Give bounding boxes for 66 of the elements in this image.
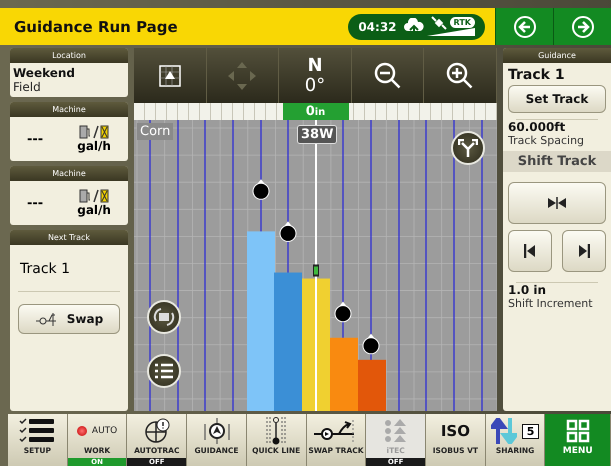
page-title: Guidance Run Page	[14, 18, 179, 36]
track-spacing-value: 60.000ft	[508, 120, 566, 134]
row-marker-icon	[252, 179, 270, 200]
machine-value: ---	[27, 196, 44, 210]
shift-increment-value: 1.0 in	[508, 283, 548, 297]
card-header: Machine	[10, 102, 128, 117]
swap-button[interactable]: Swap	[18, 304, 120, 334]
shift-left-button[interactable]	[508, 230, 552, 272]
location-name: Weekend	[13, 66, 76, 80]
clock-time: 04:32	[358, 20, 397, 34]
steering-alert-icon	[144, 418, 170, 444]
track-label: 38W	[297, 125, 338, 144]
forward-button[interactable]	[553, 8, 611, 45]
card-header: Location	[10, 48, 128, 63]
rtk-badge: RTK	[450, 17, 475, 28]
fuel-rate-unit: gal/h	[77, 203, 111, 217]
location-type: Field	[13, 80, 42, 94]
shift-right-button[interactable]	[562, 230, 606, 272]
next-track-name: Track 1	[19, 260, 71, 279]
shift-track-heading: Shift Track	[503, 151, 611, 172]
back-button[interactable]	[495, 8, 553, 45]
status-light-icon	[76, 426, 87, 436]
grid-menu-icon	[566, 419, 590, 443]
up-down-arrows-icon	[490, 418, 517, 444]
row-marker-icon	[362, 334, 380, 354]
pan-arrows-icon	[227, 60, 258, 90]
row-marker-icon	[280, 221, 296, 242]
track-spacing-label: Track Spacing	[508, 134, 586, 147]
row-marker-icon	[334, 302, 352, 322]
zoom-out-icon	[374, 62, 402, 90]
satellite-icon	[430, 16, 447, 30]
swap-track-icon	[34, 312, 59, 326]
taskbar-button[interactable]: MENU	[545, 414, 611, 466]
vehicle-marker-icon	[313, 264, 319, 277]
branch-button[interactable]	[451, 131, 485, 165]
fork-arrow-icon	[458, 139, 478, 157]
set-track-button[interactable]: Set Track	[508, 85, 606, 113]
checklist-icon	[19, 418, 56, 444]
center-track-button[interactable]	[508, 182, 606, 224]
list-icon	[154, 363, 174, 379]
machine-value: ---	[27, 132, 44, 146]
rotate-view-button[interactable]	[147, 300, 181, 334]
zoom-in-icon	[446, 62, 474, 90]
fuel-rate-icon	[79, 125, 110, 139]
card-header: Guidance	[503, 48, 611, 63]
shift-left-icon	[524, 244, 536, 258]
shift-right-icon	[578, 244, 590, 258]
heading-letter: N	[307, 56, 323, 74]
iso-logo: ISO	[440, 422, 470, 440]
auto-indicator: AUTO	[92, 426, 118, 436]
card-header: Next Track	[10, 230, 128, 245]
center-arrows-icon	[547, 197, 567, 209]
fuel-rate-icon	[79, 189, 110, 203]
rotate-view-icon	[153, 307, 175, 327]
map-grid-icon	[158, 64, 181, 86]
sequence-arrows-icon	[384, 419, 408, 443]
heading-degrees: 0°	[304, 76, 326, 94]
share-count: 5	[522, 424, 540, 438]
fuel-rate-unit: gal/h	[77, 139, 111, 153]
list-button[interactable]	[147, 354, 181, 388]
guidance-arrow-icon	[202, 418, 232, 444]
shift-increment-label: Shift Increment	[508, 297, 594, 310]
card-header: Machine	[10, 166, 128, 181]
offset-reading: 0in	[282, 103, 348, 120]
current-track: Track 1	[508, 67, 566, 83]
crop-label: Corn	[137, 123, 174, 140]
